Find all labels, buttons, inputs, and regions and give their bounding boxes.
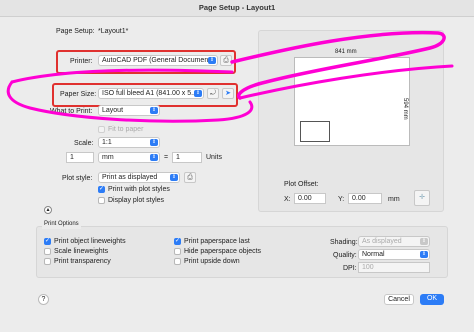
annotation-loop-stroke [10,68,234,84]
annotation-loop-stroke [6,80,254,123]
annotation-arrow-stroke [230,30,446,100]
annotation-scribble [6,30,454,123]
